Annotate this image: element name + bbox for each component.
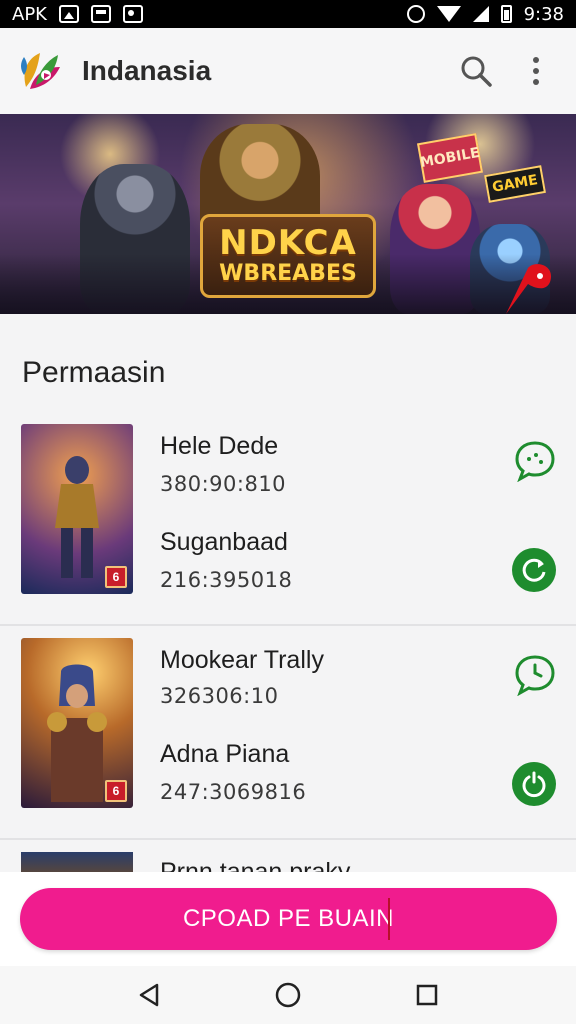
leaf-logo bbox=[16, 45, 68, 97]
player-number: 247:3069816 bbox=[160, 780, 307, 804]
power-icon[interactable] bbox=[512, 762, 556, 806]
banner-title-line1: NDKCA bbox=[219, 223, 357, 263]
app-title: Indanasia bbox=[82, 55, 212, 86]
back-icon[interactable] bbox=[129, 975, 169, 1015]
battery-icon bbox=[500, 5, 512, 23]
more-vert-icon[interactable] bbox=[512, 47, 560, 95]
download-button-label: CPOAD PE BUAIN bbox=[182, 905, 395, 932]
banner-logo: NDKCA WBREABES bbox=[200, 214, 376, 298]
chat-clock-icon[interactable] bbox=[514, 654, 556, 697]
banner-title-line2: WBREABES bbox=[219, 261, 357, 286]
player-number: 216:395018 bbox=[160, 568, 293, 592]
cta-area: CPOAD PE BUAIN bbox=[0, 872, 576, 966]
home-icon[interactable] bbox=[268, 975, 308, 1015]
game-badge-icon: 6 bbox=[105, 566, 127, 588]
section-title: Permaasin bbox=[22, 356, 166, 389]
recents-icon[interactable] bbox=[407, 975, 447, 1015]
player-number: 380:90:810 bbox=[160, 472, 287, 496]
player-name: Adna Piana bbox=[160, 740, 290, 768]
app-bar: Indanasia bbox=[0, 28, 576, 114]
image-icon bbox=[122, 5, 143, 23]
game-thumbnail[interactable]: 6 bbox=[21, 424, 133, 594]
screen: APK 9:38 Indanasia MOBILE GAME NDKCA WBR… bbox=[0, 0, 576, 1024]
promo-banner[interactable]: MOBILE GAME NDKCA WBREABES bbox=[0, 114, 576, 314]
game-thumbnail[interactable]: 6 bbox=[21, 638, 133, 808]
knight-figure-icon bbox=[55, 456, 99, 578]
player-name: Hele Dede bbox=[160, 432, 279, 460]
game-card[interactable]: 6 Hele Dede 380:90:810 Suganbaad 216:395… bbox=[0, 412, 576, 626]
wifi-icon bbox=[436, 6, 461, 22]
carrier-label: APK bbox=[12, 3, 47, 25]
clock: 9:38 bbox=[523, 3, 564, 25]
player-name: Suganbaad bbox=[160, 528, 288, 556]
pointer-icon bbox=[506, 264, 552, 314]
refresh-icon[interactable] bbox=[512, 548, 556, 592]
system-nav-bar bbox=[0, 966, 576, 1024]
photo-icon bbox=[58, 5, 79, 23]
banner-sign-mobile-text: MOBILE bbox=[418, 144, 482, 172]
status-bar: APK 9:38 bbox=[0, 0, 576, 28]
player-number: 326306:10 bbox=[160, 684, 279, 708]
file-icon bbox=[90, 5, 111, 23]
chat-bubble-icon[interactable] bbox=[514, 440, 556, 483]
warrior-figure-icon bbox=[47, 664, 107, 802]
banner-sign-game-text: GAME bbox=[491, 172, 539, 196]
game-badge-icon: 6 bbox=[105, 780, 127, 802]
player-name: Mookear Trally bbox=[160, 646, 324, 674]
alarm-icon bbox=[406, 5, 425, 23]
touch-indicator bbox=[388, 898, 390, 940]
search-icon[interactable] bbox=[452, 47, 500, 95]
signal-icon bbox=[472, 6, 489, 22]
download-button[interactable]: CPOAD PE BUAIN bbox=[20, 888, 557, 950]
game-card[interactable]: 6 Mookear Trally 326306:10 Adna Piana 24… bbox=[0, 626, 576, 840]
